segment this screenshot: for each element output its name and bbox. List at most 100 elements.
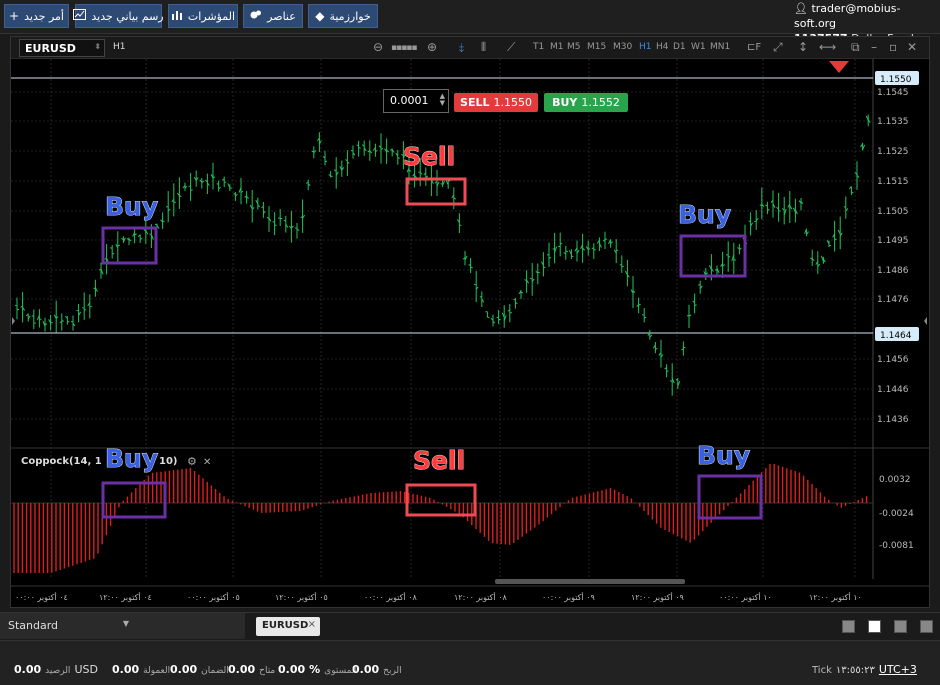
timeframe-h4[interactable]: H4	[656, 42, 669, 52]
line-chart-icon[interactable]: ⟋	[507, 40, 515, 55]
timeframe-m1[interactable]: M1	[550, 42, 564, 52]
commission-label: العمولة	[143, 666, 171, 676]
buy-button[interactable]: BUY 1.1552	[544, 93, 628, 112]
quantity-spinner-icon: ▲ ▼	[439, 92, 445, 107]
price-tick: 1.1525	[877, 147, 909, 157]
commission-status: 0.00 العمولة	[112, 663, 170, 676]
horizontal-scrollbar[interactable]	[495, 579, 685, 584]
diagonal-arrows-icon[interactable]: ⤢	[773, 40, 783, 55]
time-tick: ٠٨ أكتوبر ١٢:٠٠	[454, 592, 508, 602]
time-tick: ١٠ أكتوبر ٠٠:٠٠	[719, 592, 772, 602]
margin-status: 0.00 الضمان	[170, 663, 229, 676]
commission-value: 0.00	[112, 663, 140, 676]
timeframe-m30[interactable]: M30	[613, 42, 632, 52]
dropdown-arrow-icon: ▼	[122, 619, 129, 628]
timezone-label[interactable]: UTC+3	[879, 663, 917, 676]
zoom-out-icon[interactable]: ⊖	[373, 40, 383, 54]
time-tick: ٠٤ أكتوبر ١٢:٠٠	[99, 592, 152, 602]
chart-plot-area[interactable]: 1.1545 1.1535 1.1525 1.1515 1.1505 1.1495 1.14…	[11, 59, 929, 607]
timeframe-w1[interactable]: W1	[691, 42, 706, 52]
symbol-tab-label: EURUSD	[262, 620, 309, 631]
crosshair-icon[interactable]: ⤈	[459, 40, 464, 55]
clock-status: Tick ١٣:٥٥:٢٣ UTC+3	[812, 663, 917, 676]
time-tick: ٠٩ أكتوبر ١٢:٠٠	[631, 592, 684, 602]
timeframe-mn1[interactable]: MN1	[710, 42, 730, 52]
ask-price-text: 1.1550	[880, 75, 912, 85]
zoom-in-icon[interactable]: ⊕	[427, 40, 437, 54]
ohlc-open-tick	[31, 315, 34, 317]
balance-label: الرصيد	[45, 666, 71, 676]
symbol-value: EURUSD	[25, 42, 76, 55]
timeframe-d1[interactable]: D1	[673, 42, 686, 52]
horizontal-arrows-icon[interactable]: ⟷	[819, 40, 836, 54]
indicator-tick: -0.0081	[879, 541, 914, 551]
margin-label: الضمان	[201, 666, 229, 676]
ohlc-open-tick	[530, 277, 533, 280]
time-tick: ١٠ أكتوبر ١٢:٠٠	[809, 592, 862, 602]
vertical-arrows-icon[interactable]: ↕	[798, 40, 808, 54]
new-order-button[interactable]: + أمر جديد	[4, 4, 69, 28]
minimize-icon[interactable]: –	[871, 40, 877, 54]
buy-price: 1.1552	[581, 96, 620, 109]
annotation-buy-1: Buy	[105, 192, 158, 221]
timeframe-t1[interactable]: T1	[533, 42, 544, 52]
indicator-tick: -0.0024	[879, 509, 914, 519]
maximize-icon[interactable]: ▫	[889, 40, 897, 54]
quantity-input[interactable]: 0.0001 ▲ ▼	[383, 89, 449, 113]
top-toolbar: + أمر جديد رسم بياني جديد المؤشرات عناصر…	[0, 0, 940, 45]
available-label: متاح	[259, 666, 276, 676]
detach-icon[interactable]: ⧉	[851, 40, 860, 55]
ohlc-open-tick	[59, 321, 62, 323]
annotation-buy-2: Buy	[678, 200, 731, 229]
bottom-tab-bar: Standard ▼ EURUSD ×	[0, 612, 940, 639]
candles-icon[interactable]: ⫴	[481, 40, 486, 55]
right-panel-handle[interactable]	[924, 317, 927, 325]
balance-status: 0.00 الرصيد USD	[14, 663, 98, 676]
layout-columns-icon[interactable]	[894, 620, 907, 633]
format-icon[interactable]: ⊏F	[747, 42, 761, 53]
price-tick: 1.1495	[877, 236, 909, 246]
price-chart[interactable]: 1.1545 1.1535 1.1525 1.1515 1.1505 1.1495 1.14…	[11, 59, 929, 607]
elements-button[interactable]: عناصر	[243, 4, 303, 28]
ohlc-close-tick	[509, 312, 512, 314]
sell-button[interactable]: SELL 1.1550	[454, 93, 538, 112]
currency-label: USD	[74, 663, 98, 676]
timeframe-m15[interactable]: M15	[587, 42, 606, 52]
zoom-slider[interactable]: ▪▪▪▪▪	[391, 43, 417, 53]
layout-rows-icon[interactable]	[920, 620, 933, 633]
symbol-selector[interactable]: EURUSD ⬍	[19, 39, 105, 57]
price-tick: 1.1486	[877, 266, 909, 276]
time-tick: ٠٥ أكتوبر ١٢:٠٠	[275, 592, 328, 602]
user-icon: 👤︎	[794, 2, 808, 15]
spinner-icon: ⬍	[94, 42, 101, 51]
time-tick: ٠٨ أكتوبر ٠٠:٠٠	[364, 592, 418, 602]
indicator-buy-box	[697, 474, 763, 520]
time-tick: ٠٤ أكتوبر ٠٠:٠٠	[15, 592, 68, 602]
close-chart-icon[interactable]: ✕	[907, 40, 917, 54]
indicators-button[interactable]: المؤشرات	[168, 4, 238, 28]
timeframe-h1[interactable]: H1	[639, 42, 652, 52]
ohlc-close-tick	[520, 291, 524, 294]
algorithms-label: خوارزمية	[329, 9, 371, 23]
layout-grid-icon[interactable]	[868, 620, 881, 633]
available-value: 0.00	[228, 663, 256, 676]
level-status: 0.00 % المستوى	[278, 663, 357, 676]
ohlc-open-tick	[149, 233, 152, 235]
price-tick: 1.1446	[877, 385, 909, 395]
symbol-tab[interactable]: EURUSD ×	[256, 617, 320, 636]
layout-single-icon[interactable]	[842, 620, 855, 633]
margin-value: 0.00	[170, 663, 198, 676]
price-tick: 1.1476	[877, 295, 909, 305]
ohlc-close-tick	[324, 160, 328, 163]
workspace-selector[interactable]: Standard ▼	[0, 613, 245, 639]
annotation-sell-1: Sell	[403, 142, 455, 171]
ohlc-close-tick	[229, 187, 232, 189]
close-tab-icon[interactable]: ×	[308, 619, 316, 630]
timeframe-m5[interactable]: M5	[567, 42, 581, 52]
tick-label: Tick	[812, 665, 832, 676]
algorithms-button[interactable]: ◆ خوارزمية	[308, 4, 378, 28]
sell-label: SELL	[460, 96, 490, 109]
new-chart-button[interactable]: رسم بياني جديد	[73, 4, 164, 28]
indicator-tick: 0.0032	[879, 475, 911, 485]
profit-label: الربح	[383, 666, 402, 676]
